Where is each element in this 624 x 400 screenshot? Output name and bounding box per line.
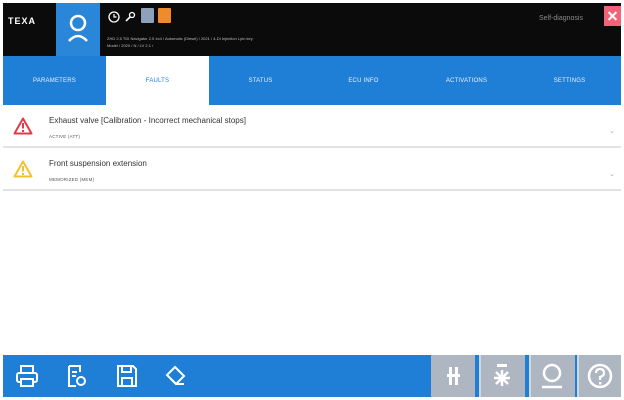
fault-status: MEMORIZED (MEM)	[49, 177, 95, 182]
user-icon	[542, 363, 562, 389]
fault-title: Exhaust valve [Calibration - Incorrect m…	[49, 116, 246, 125]
app-frame: TEXA ZHD 2.5 TDI Navigator 2.5 4x4 / Aut…	[3, 3, 621, 397]
vehicle-connection-icon[interactable]	[141, 8, 154, 23]
texa-logo: TEXA	[8, 16, 37, 26]
dtc-button[interactable]	[479, 355, 525, 397]
wrench-icon[interactable]	[124, 11, 136, 23]
warning-red-icon	[13, 117, 33, 135]
chevron-down-icon[interactable]: ⌄	[609, 127, 615, 135]
chevron-down-icon[interactable]: ⌄	[609, 170, 615, 178]
measure-icon	[447, 367, 460, 385]
footer-toolbar	[3, 355, 621, 397]
clock-icon[interactable]	[108, 11, 120, 23]
user-button[interactable]	[56, 3, 100, 56]
assistant-button[interactable]	[529, 355, 575, 397]
battery-icon[interactable]	[158, 8, 171, 23]
vehicle-info-line-1: ZHD 2.5 TDI Navigator 2.5 4x4 / Automati…	[107, 36, 253, 41]
close-button[interactable]	[604, 6, 621, 26]
fault-row[interactable]: Front suspension extension MEMORIZED (ME…	[3, 148, 621, 191]
tab-ecu-info[interactable]: ECU INFO	[312, 56, 415, 105]
print-icon[interactable]	[15, 363, 39, 389]
report-icon[interactable]	[65, 363, 89, 389]
tab-settings[interactable]: SETTINGS	[518, 56, 621, 105]
tab-bar: PARAMETERS FAULTS STATUS ECU INFO ACTIVA…	[3, 56, 621, 105]
fault-row[interactable]: Exhaust valve [Calibration - Incorrect m…	[3, 105, 621, 148]
fault-title: Front suspension extension	[49, 159, 147, 168]
save-icon[interactable]	[115, 363, 139, 389]
fault-status: ACTIVE (ATT)	[49, 134, 81, 139]
tab-activations[interactable]: ACTIVATIONS	[415, 56, 518, 105]
tab-status[interactable]: STATUS	[209, 56, 312, 105]
measure-button[interactable]	[431, 355, 475, 397]
tab-parameters[interactable]: PARAMETERS	[3, 56, 106, 105]
vehicle-info-line-2: Model / 2020 / N / LV 2.1 /	[107, 43, 154, 48]
dtc-icon	[494, 364, 510, 386]
help-button[interactable]	[577, 355, 621, 397]
help-icon	[587, 363, 613, 389]
top-bar: TEXA ZHD 2.5 TDI Navigator 2.5 4x4 / Aut…	[3, 3, 621, 56]
self-diagnosis-label: Self-diagnosis	[539, 15, 583, 22]
eraser-icon[interactable]	[163, 363, 187, 389]
warning-yellow-icon	[13, 160, 33, 178]
user-icon	[68, 14, 88, 42]
tab-faults[interactable]: FAULTS	[106, 56, 209, 105]
fault-list: Exhaust valve [Calibration - Incorrect m…	[3, 105, 621, 191]
